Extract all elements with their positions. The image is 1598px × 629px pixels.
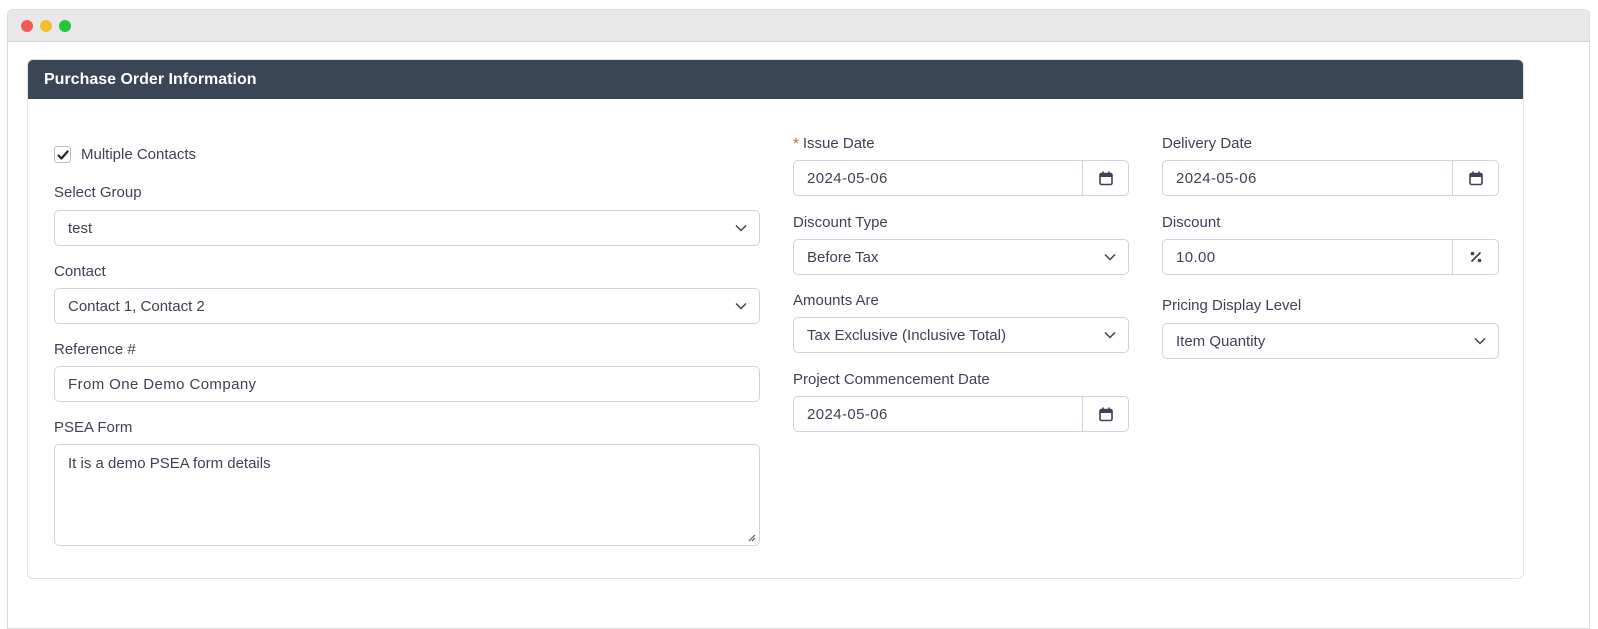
- discount-group: Discount 10.00: [1162, 214, 1499, 275]
- issue-date-label: * Issue Date: [793, 135, 875, 152]
- select-group-value: test: [68, 219, 93, 237]
- discount-type-value: Before Tax: [807, 248, 879, 266]
- delivery-date-group: Delivery Date 2024-05-06: [1162, 135, 1499, 196]
- amounts-are-value: Tax Exclusive (Inclusive Total): [807, 326, 1006, 344]
- select-group-label: Select Group: [54, 184, 142, 201]
- calendar-icon: [1468, 171, 1483, 185]
- contact-select[interactable]: Contact 1, Contact 2: [54, 288, 760, 324]
- project-commencement-value: 2024-05-06: [807, 405, 888, 423]
- issue-date-picker-button[interactable]: [1082, 161, 1128, 195]
- issue-date-value: 2024-05-06: [807, 169, 888, 187]
- discount-type-label: Discount Type: [793, 214, 888, 231]
- reference-value: From One Demo Company: [68, 375, 257, 393]
- issue-date-input[interactable]: 2024-05-06: [793, 160, 1129, 196]
- check-icon: [56, 149, 69, 160]
- project-commencement-input[interactable]: 2024-05-06: [793, 396, 1129, 432]
- amounts-are-label: Amounts Are: [793, 292, 879, 309]
- chevron-down-icon: [723, 224, 759, 232]
- discount-input[interactable]: 10.00: [1162, 239, 1499, 275]
- left-column: Multiple Contacts: [54, 146, 760, 163]
- pricing-display-group: Pricing Display Level Item Quantity: [1162, 297, 1499, 359]
- pricing-display-select[interactable]: Item Quantity: [1162, 323, 1499, 359]
- close-window-button[interactable]: [21, 19, 33, 32]
- pricing-display-value: Item Quantity: [1176, 332, 1266, 350]
- window-titlebar: [8, 10, 1589, 42]
- discount-value: 10.00: [1176, 248, 1216, 266]
- contact-label: Contact: [54, 263, 106, 280]
- percent-icon: [1470, 251, 1481, 263]
- multiple-contacts-checkbox[interactable]: [54, 146, 71, 163]
- project-commencement-group: Project Commencement Date 2024-05-06: [793, 371, 1129, 432]
- amounts-are-group: Amounts Are Tax Exclusive (Inclusive Tot…: [793, 292, 1129, 353]
- reference-input[interactable]: From One Demo Company: [54, 366, 760, 402]
- discount-type-group: Discount Type Before Tax: [793, 214, 1129, 275]
- project-commencement-picker-button[interactable]: [1082, 397, 1128, 431]
- minimize-window-button[interactable]: [40, 19, 52, 32]
- chevron-down-icon: [723, 302, 759, 310]
- resize-handle-icon[interactable]: [748, 534, 756, 542]
- discount-type-select[interactable]: Before Tax: [793, 239, 1129, 275]
- calendar-icon: [1098, 407, 1113, 421]
- select-group-group: Select Group test: [54, 184, 760, 246]
- amounts-are-select[interactable]: Tax Exclusive (Inclusive Total): [793, 317, 1129, 353]
- maximize-window-button[interactable]: [59, 19, 71, 32]
- discount-label: Discount: [1162, 214, 1221, 231]
- contact-group: Contact Contact 1, Contact 2: [54, 263, 760, 324]
- discount-unit-addon: [1452, 240, 1498, 274]
- reference-label: Reference #: [54, 341, 136, 358]
- calendar-icon: [1098, 171, 1113, 185]
- delivery-date-label: Delivery Date: [1162, 135, 1253, 152]
- contact-value: Contact 1, Contact 2: [68, 297, 205, 315]
- select-group-select[interactable]: test: [54, 210, 760, 246]
- psea-group: PSEA Form It is a demo PSEA form details: [54, 419, 760, 546]
- psea-value: It is a demo PSEA form details: [68, 455, 271, 472]
- project-commencement-label: Project Commencement Date: [793, 371, 990, 388]
- chevron-down-icon: [1092, 331, 1128, 339]
- delivery-date-value: 2024-05-06: [1176, 169, 1257, 187]
- multiple-contacts-row[interactable]: Multiple Contacts: [54, 146, 760, 163]
- psea-label: PSEA Form: [54, 419, 133, 436]
- delivery-date-input[interactable]: 2024-05-06: [1162, 160, 1499, 196]
- multiple-contacts-label: Multiple Contacts: [81, 146, 197, 163]
- reference-group: Reference # From One Demo Company: [54, 341, 760, 402]
- psea-textarea[interactable]: It is a demo PSEA form details: [54, 444, 760, 546]
- issue-date-group: * Issue Date 2024-05-06: [793, 135, 1129, 196]
- card-title: Purchase Order Information: [44, 70, 257, 88]
- pricing-display-label: Pricing Display Level: [1162, 297, 1302, 314]
- chevron-down-icon: [1092, 253, 1128, 261]
- delivery-date-picker-button[interactable]: [1452, 161, 1498, 195]
- required-mark: *: [793, 135, 799, 152]
- chevron-down-icon: [1462, 337, 1498, 345]
- card-header: Purchase Order Information: [28, 60, 1523, 99]
- purchase-order-card: Purchase Order Information Multiple Cont…: [27, 59, 1524, 579]
